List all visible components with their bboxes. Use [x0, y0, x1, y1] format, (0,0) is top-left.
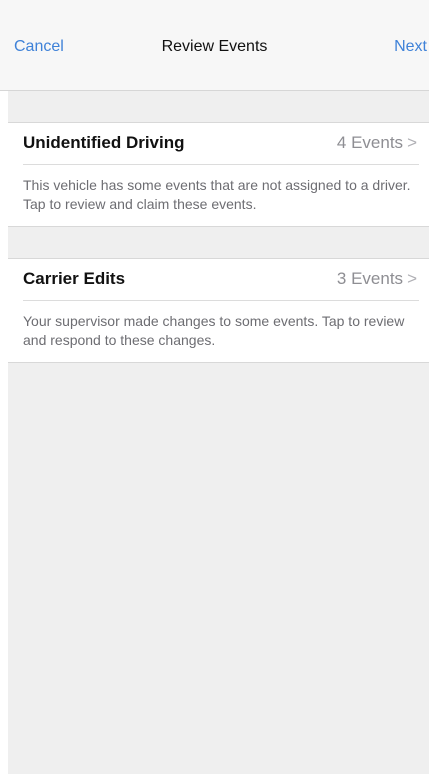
unidentified-driving-row[interactable]: Unidentified Driving 4 Events >: [23, 123, 419, 165]
chevron-right-icon: >: [407, 133, 417, 152]
carrier-edits-section[interactable]: Carrier Edits 3 Events > Your supervisor …: [8, 258, 429, 363]
chevron-right-icon: >: [407, 269, 417, 288]
next-button[interactable]: Next: [394, 37, 427, 57]
section-title: Unidentified Driving: [23, 133, 185, 152]
page-title: Review Events: [161, 38, 268, 55]
review-events-screen: Cancel Review Events Next Unidentified D…: [0, 0, 429, 774]
event-count: 3 Events >: [336, 269, 417, 288]
section-title: Carrier Edits: [23, 269, 126, 288]
content-area: Unidentified Driving 4 Events > This vehi…: [8, 91, 429, 774]
event-count: 4 Events >: [336, 133, 417, 152]
section-description: This vehicle has some events that are no…: [23, 177, 411, 212]
unidentified-driving-section[interactable]: Unidentified Driving 4 Events > This vehi…: [8, 122, 429, 227]
carrier-edits-row[interactable]: Carrier Edits 3 Events >: [23, 259, 419, 301]
navigation-bar: Cancel Review Events Next: [0, 0, 429, 91]
section-description: Your supervisor made changes to some eve…: [23, 313, 405, 348]
